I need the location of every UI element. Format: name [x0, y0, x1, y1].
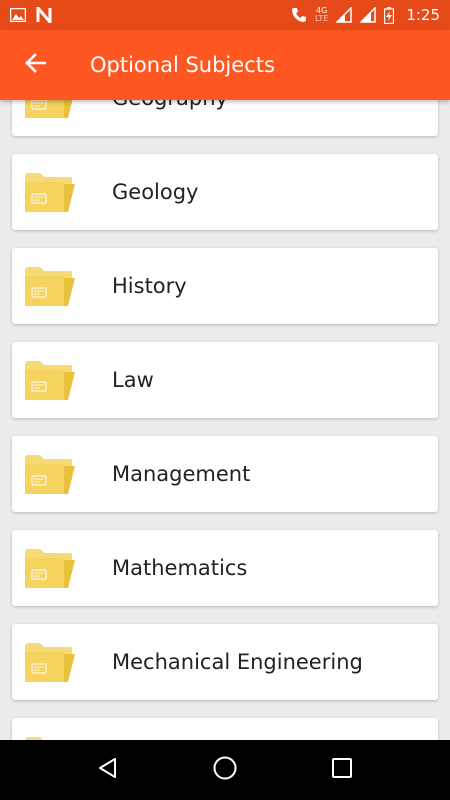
subject-label: Mathematics — [112, 556, 248, 580]
folder-icon — [25, 267, 75, 306]
nav-back-button[interactable] — [78, 740, 138, 800]
subject-card[interactable]: Mathematics — [12, 530, 438, 606]
signal-icon — [336, 7, 353, 23]
subject-card[interactable]: History — [12, 248, 438, 324]
folder-icon — [25, 361, 75, 400]
back-button[interactable] — [0, 30, 70, 100]
arrow-back-icon — [24, 52, 47, 78]
network-type: 4G LTE — [315, 7, 328, 23]
lte-label: LTE — [315, 14, 329, 23]
image-icon — [10, 8, 26, 22]
recents-square-icon — [331, 757, 353, 784]
folder-icon — [25, 100, 73, 118]
subject-label: Geography — [112, 100, 228, 110]
signal-icon — [360, 7, 377, 23]
folder-icon — [25, 643, 75, 682]
subject-card[interactable]: Management — [12, 436, 438, 512]
subject-label: History — [112, 274, 187, 298]
page-title: Optional Subjects — [90, 53, 275, 77]
nav-recents-button[interactable] — [312, 740, 372, 800]
subject-label: Law — [112, 368, 154, 392]
subject-list[interactable]: Geography Geology History Law Management Math… — [0, 100, 450, 740]
status-time: 1:25 — [406, 6, 440, 24]
folder-icon — [25, 549, 75, 588]
subject-label: Management — [112, 462, 251, 486]
subject-card[interactable]: Geography — [12, 100, 438, 136]
app-bar: Optional Subjects — [0, 30, 450, 100]
subject-card[interactable]: Mechanical Engineering — [12, 624, 438, 700]
folder-icon — [25, 455, 75, 494]
battery-charging-icon — [384, 6, 395, 24]
subject-label: Geology — [112, 180, 199, 204]
subject-card[interactable]: Law — [12, 342, 438, 418]
call-icon — [291, 7, 307, 23]
subject-card[interactable]: Geology — [12, 154, 438, 230]
home-circle-icon — [212, 755, 238, 786]
status-bar: 4G LTE 1:25 — [0, 0, 450, 30]
folder-icon — [25, 173, 75, 212]
nav-home-button[interactable] — [195, 740, 255, 800]
navigation-bar — [0, 740, 450, 800]
subject-label: Mechanical Engineering — [112, 650, 363, 674]
subject-card[interactable] — [12, 718, 438, 740]
back-triangle-icon — [96, 756, 120, 785]
n-app-icon — [36, 7, 52, 23]
